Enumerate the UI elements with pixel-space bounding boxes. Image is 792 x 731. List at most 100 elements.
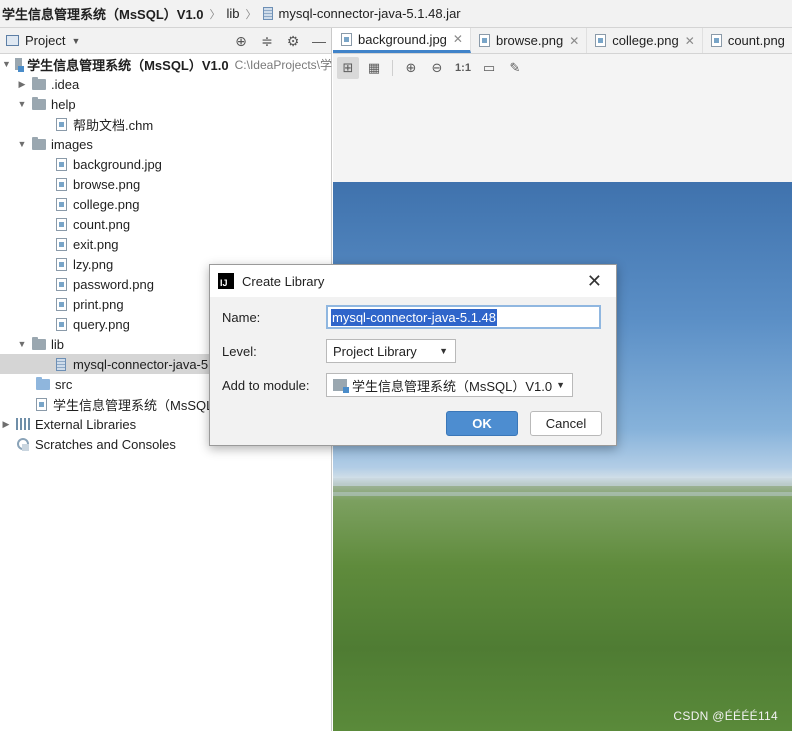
folder-icon (32, 336, 46, 350)
actual-size-button[interactable]: 1:1 (452, 57, 474, 79)
chevron-right-icon: 〉 (209, 8, 221, 21)
tree-label: help (51, 96, 76, 112)
water-streak (333, 492, 792, 496)
locate-icon[interactable]: ⊕ (233, 33, 249, 49)
image-file-icon (341, 32, 352, 46)
image-file-icon (56, 157, 67, 171)
ok-button[interactable]: OK (446, 411, 518, 436)
chevron-down-icon: ▼ (556, 380, 565, 390)
tree-label: query.png (73, 316, 130, 332)
tab-background[interactable]: background.jpg ✕ (333, 28, 471, 53)
jar-icon (56, 357, 66, 371)
tree-label: print.png (73, 296, 124, 312)
expand-arrow-icon[interactable]: ▼ (16, 139, 28, 149)
tree-item-images[interactable]: ▼ images (0, 134, 332, 154)
close-icon[interactable]: ✕ (685, 34, 695, 48)
chessboard-icon[interactable]: ▦ (363, 57, 385, 79)
water-streak (333, 478, 792, 486)
project-view-selector[interactable]: Project (25, 33, 65, 48)
grid-icon[interactable]: ⊞ (337, 57, 359, 79)
tree-label: mysql-connector-java-5 (73, 356, 209, 372)
breadcrumb: 学生信息管理系统（MsSQL）V1.0 〉 lib 〉 mysql-connec… (0, 0, 792, 28)
tree-label: src (55, 376, 73, 392)
name-input[interactable]: mysql-connector-java-5.1.48 (326, 305, 601, 329)
chevron-right-icon: 〉 (245, 8, 257, 21)
tree-label: count.png (73, 216, 131, 232)
chevron-down-icon[interactable]: ▼ (71, 36, 80, 46)
expand-arrow-icon[interactable]: ▼ (16, 339, 28, 349)
image-file-icon (56, 297, 67, 311)
tree-label: images (51, 136, 93, 152)
zoom-in-icon[interactable]: ⊕ (400, 57, 422, 79)
collapse-icon[interactable]: ≑ (259, 33, 275, 49)
tree-label: exit.png (73, 236, 119, 252)
fit-icon[interactable]: ▭ (478, 57, 500, 79)
tree-item-root[interactable]: ▼ 学生信息管理系统（MsSQL）V1.0 C:\IdeaProjects\学 (0, 54, 332, 74)
tree-item-image-file[interactable]: exit.png (0, 234, 332, 254)
breadcrumb-project[interactable]: 学生信息管理系统（MsSQL）V1.0 (2, 4, 204, 23)
tree-item-image-file[interactable]: count.png (0, 214, 332, 234)
tree-label: background.jpg (73, 156, 162, 172)
source-folder-icon (36, 376, 50, 390)
project-panel-header: Project ▼ ⊕ ≑ ⚙ — (0, 28, 331, 54)
tree-item-image-file[interactable]: college.png (0, 194, 332, 214)
close-icon[interactable]: ✕ (569, 34, 579, 48)
close-icon[interactable]: ✕ (587, 271, 602, 292)
expand-arrow-icon[interactable]: ▼ (2, 59, 11, 69)
project-icon (6, 35, 19, 46)
collapse-arrow-icon[interactable]: ▶ (16, 79, 28, 90)
tab-count[interactable]: count.png (703, 28, 792, 53)
tree-label: 学生信息管理系统（MsSQL）V1.0 (27, 57, 229, 73)
breadcrumb-file[interactable]: mysql-connector-java-5.1.48.jar (279, 6, 461, 21)
folder-icon (32, 96, 46, 110)
zoom-out-icon[interactable]: ⊖ (426, 57, 448, 79)
minimize-icon[interactable]: — (311, 33, 327, 49)
tree-item-image-file[interactable]: browse.png (0, 174, 332, 194)
level-value: Project Library (333, 343, 417, 359)
name-label: Name: (222, 309, 261, 325)
project-path: C:\IdeaProjects\学 (234, 57, 332, 72)
editor-background (333, 82, 792, 182)
color-picker-icon[interactable]: ✎ (504, 57, 526, 79)
close-icon[interactable]: ✕ (453, 32, 463, 46)
create-library-dialog: IJ Create Library ✕ Name: mysql-connecto… (209, 264, 617, 446)
tab-label: background.jpg (358, 31, 447, 47)
tree-item-idea[interactable]: ▶ .idea (0, 74, 332, 94)
module-icon (333, 379, 349, 393)
tree-item-help[interactable]: ▼ help (0, 94, 332, 114)
expand-arrow-icon[interactable]: ▼ (16, 99, 28, 109)
image-file-icon (56, 237, 67, 251)
image-file-icon (710, 34, 722, 47)
cancel-button[interactable]: Cancel (530, 411, 602, 436)
dialog-title: Create Library (242, 273, 325, 289)
gear-icon[interactable]: ⚙ (285, 33, 301, 49)
collapse-arrow-icon[interactable]: ▶ (0, 419, 12, 430)
tree-label: 帮助文档.chm (73, 117, 154, 133)
tree-label: Scratches and Consoles (35, 436, 176, 452)
tree-item-help-file[interactable]: 帮助文档.chm (0, 114, 332, 134)
level-row: Level: Project Library ▼ (222, 339, 456, 363)
breadcrumb-lib[interactable]: lib (227, 6, 240, 21)
level-select[interactable]: Project Library ▼ (326, 339, 456, 363)
module-select[interactable]: 学生信息管理系统（MsSQL）V1.0 ▼ (326, 373, 573, 397)
module-value: 学生信息管理系统（MsSQL）V1.0 (352, 378, 553, 394)
tree-label: lib (51, 336, 65, 352)
tree-label: password.png (73, 276, 154, 292)
module-row: Add to module: 学生信息管理系统（MsSQL）V1.0 ▼ (222, 373, 573, 397)
dialog-title-bar: IJ Create Library ✕ (210, 265, 616, 297)
image-toolbar: ⊞ ▦ ⊕ ⊖ 1:1 ▭ ✎ (333, 54, 792, 82)
image-file-icon (56, 197, 67, 211)
tab-label: browse.png (495, 33, 564, 48)
tree-label: External Libraries (35, 416, 137, 432)
tab-browse[interactable]: browse.png ✕ (471, 28, 588, 53)
chevron-down-icon: ▼ (439, 346, 448, 356)
scratches-icon (16, 437, 30, 451)
tab-college[interactable]: college.png ✕ (587, 28, 703, 53)
folder-icon (32, 136, 46, 150)
jar-icon (262, 7, 273, 20)
tab-label: college.png (612, 33, 679, 48)
tree-item-image-file[interactable]: background.jpg (0, 154, 332, 174)
tree-label: college.png (73, 196, 140, 212)
intellij-icon: IJ (218, 273, 234, 289)
tree-label: lzy.png (73, 256, 114, 272)
